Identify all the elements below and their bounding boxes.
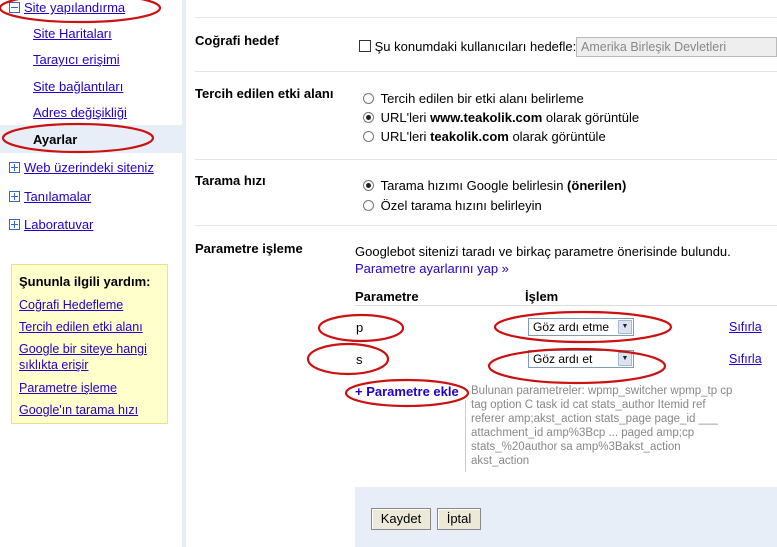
found-params-border xyxy=(465,400,466,472)
domain-option-www[interactable]: URL'leri www.teakolik.com olarak görüntü… xyxy=(363,110,639,125)
dropdown-arrow-icon[interactable]: ▼ xyxy=(618,320,632,334)
crawl-rate-label: Tarama hızı xyxy=(195,173,266,188)
domain-option-none[interactable]: Tercih edilen bir etki alanı belirleme xyxy=(363,91,584,106)
crawl-option-custom[interactable]: Özel tarama hızını belirleyin xyxy=(363,198,542,213)
param-handling-label: Parametre işleme xyxy=(195,241,303,256)
divider xyxy=(195,17,777,18)
divider xyxy=(195,225,777,226)
divider xyxy=(195,159,777,160)
save-button[interactable]: Kaydet xyxy=(371,508,431,530)
sidebar-item-crawler-access[interactable]: Tarayıcı erişimi xyxy=(33,52,120,67)
sidebar-item-settings-selected[interactable] xyxy=(0,125,182,153)
sidebar-item-label[interactable]: Site yapılandırma xyxy=(24,0,125,15)
radio-button[interactable] xyxy=(363,131,374,142)
param-name: p xyxy=(356,320,364,335)
col-header-action: İşlem xyxy=(525,289,559,304)
crawl-option-google[interactable]: Tarama hızımı Google belirlesin (önerile… xyxy=(363,178,626,193)
radio-button[interactable] xyxy=(363,200,374,211)
expand-icon[interactable] xyxy=(9,162,20,173)
geo-target-checkbox-label: Şu konumdaki kullanıcıları hedefle: xyxy=(374,39,577,54)
sidebar-item-your-site[interactable]: Web üzerindeki siteniz xyxy=(9,160,154,175)
sidebar-separator xyxy=(182,0,186,547)
reset-link[interactable]: Sıfırla xyxy=(729,352,762,366)
param-settings-link[interactable]: Parametre ayarlarını yap » xyxy=(355,261,509,276)
add-parameter-link[interactable]: + Parametre ekle xyxy=(355,384,459,399)
table-header-divider xyxy=(355,305,777,306)
sidebar-item-diagnostics[interactable]: Tanılamalar xyxy=(9,189,91,204)
sidebar-item-settings[interactable]: Ayarlar xyxy=(33,132,77,147)
expand-icon[interactable] xyxy=(9,191,20,202)
country-select[interactable]: Amerika Birleşik Devletleri xyxy=(576,37,777,57)
radio-button-selected[interactable] xyxy=(363,112,374,123)
action-select[interactable]: Göz ardı etme ▼ xyxy=(528,318,634,336)
help-link-domain[interactable]: Tercih edilen etki alanı xyxy=(19,319,143,335)
radio-button[interactable] xyxy=(363,93,374,104)
help-title: Şununla ilgili yardım: xyxy=(19,274,151,289)
geo-target-checkbox-row[interactable]: Şu konumdaki kullanıcıları hedefle: xyxy=(359,39,576,54)
geo-target-checkbox[interactable] xyxy=(359,40,371,52)
reset-link[interactable]: Sıfırla xyxy=(729,320,762,334)
sidebar-item-site-config[interactable]: Site yapılandırma xyxy=(9,0,125,15)
divider xyxy=(195,71,777,72)
sidebar-item-labs[interactable]: Laboratuvar xyxy=(9,217,93,232)
annotation-ellipse-param-s xyxy=(306,342,390,376)
sidebar-item-change-address[interactable]: Adres değişikliği xyxy=(33,105,127,120)
geo-target-label: Coğrafi hedef xyxy=(195,33,279,48)
action-select[interactable]: Göz ardı et ▼ xyxy=(528,350,634,368)
collapse-icon[interactable] xyxy=(9,2,20,13)
col-header-param: Parametre xyxy=(355,289,419,304)
found-parameters-text: Bulunan parametreler: wpmp_switcher wpmp… xyxy=(471,385,733,467)
expand-icon[interactable] xyxy=(9,219,20,230)
param-name: s xyxy=(356,352,363,367)
preferred-domain-label: Tercih edilen etki alanı xyxy=(195,86,334,101)
help-link-crawl-rate[interactable]: Google'ın tarama hızı xyxy=(19,402,138,418)
param-desc: Googlebot sitenizi taradı ve birkaç para… xyxy=(355,244,731,259)
help-link-params[interactable]: Parametre işleme xyxy=(19,380,117,396)
radio-button-selected[interactable] xyxy=(363,180,374,191)
sidebar-item-sitelinks[interactable]: Site bağlantıları xyxy=(33,79,123,94)
sidebar-item-sitemaps[interactable]: Site Haritaları xyxy=(33,26,112,41)
help-link-crawl-frequency[interactable]: Google bir siteye hangi sıklıkta erişir xyxy=(19,341,164,373)
domain-option-non-www[interactable]: URL'leri teakolik.com olarak görüntüle xyxy=(363,129,606,144)
help-link-geo[interactable]: Coğrafi Hedefleme xyxy=(19,297,123,313)
dropdown-arrow-icon[interactable]: ▼ xyxy=(618,352,632,366)
cancel-button[interactable]: İptal xyxy=(437,508,481,530)
